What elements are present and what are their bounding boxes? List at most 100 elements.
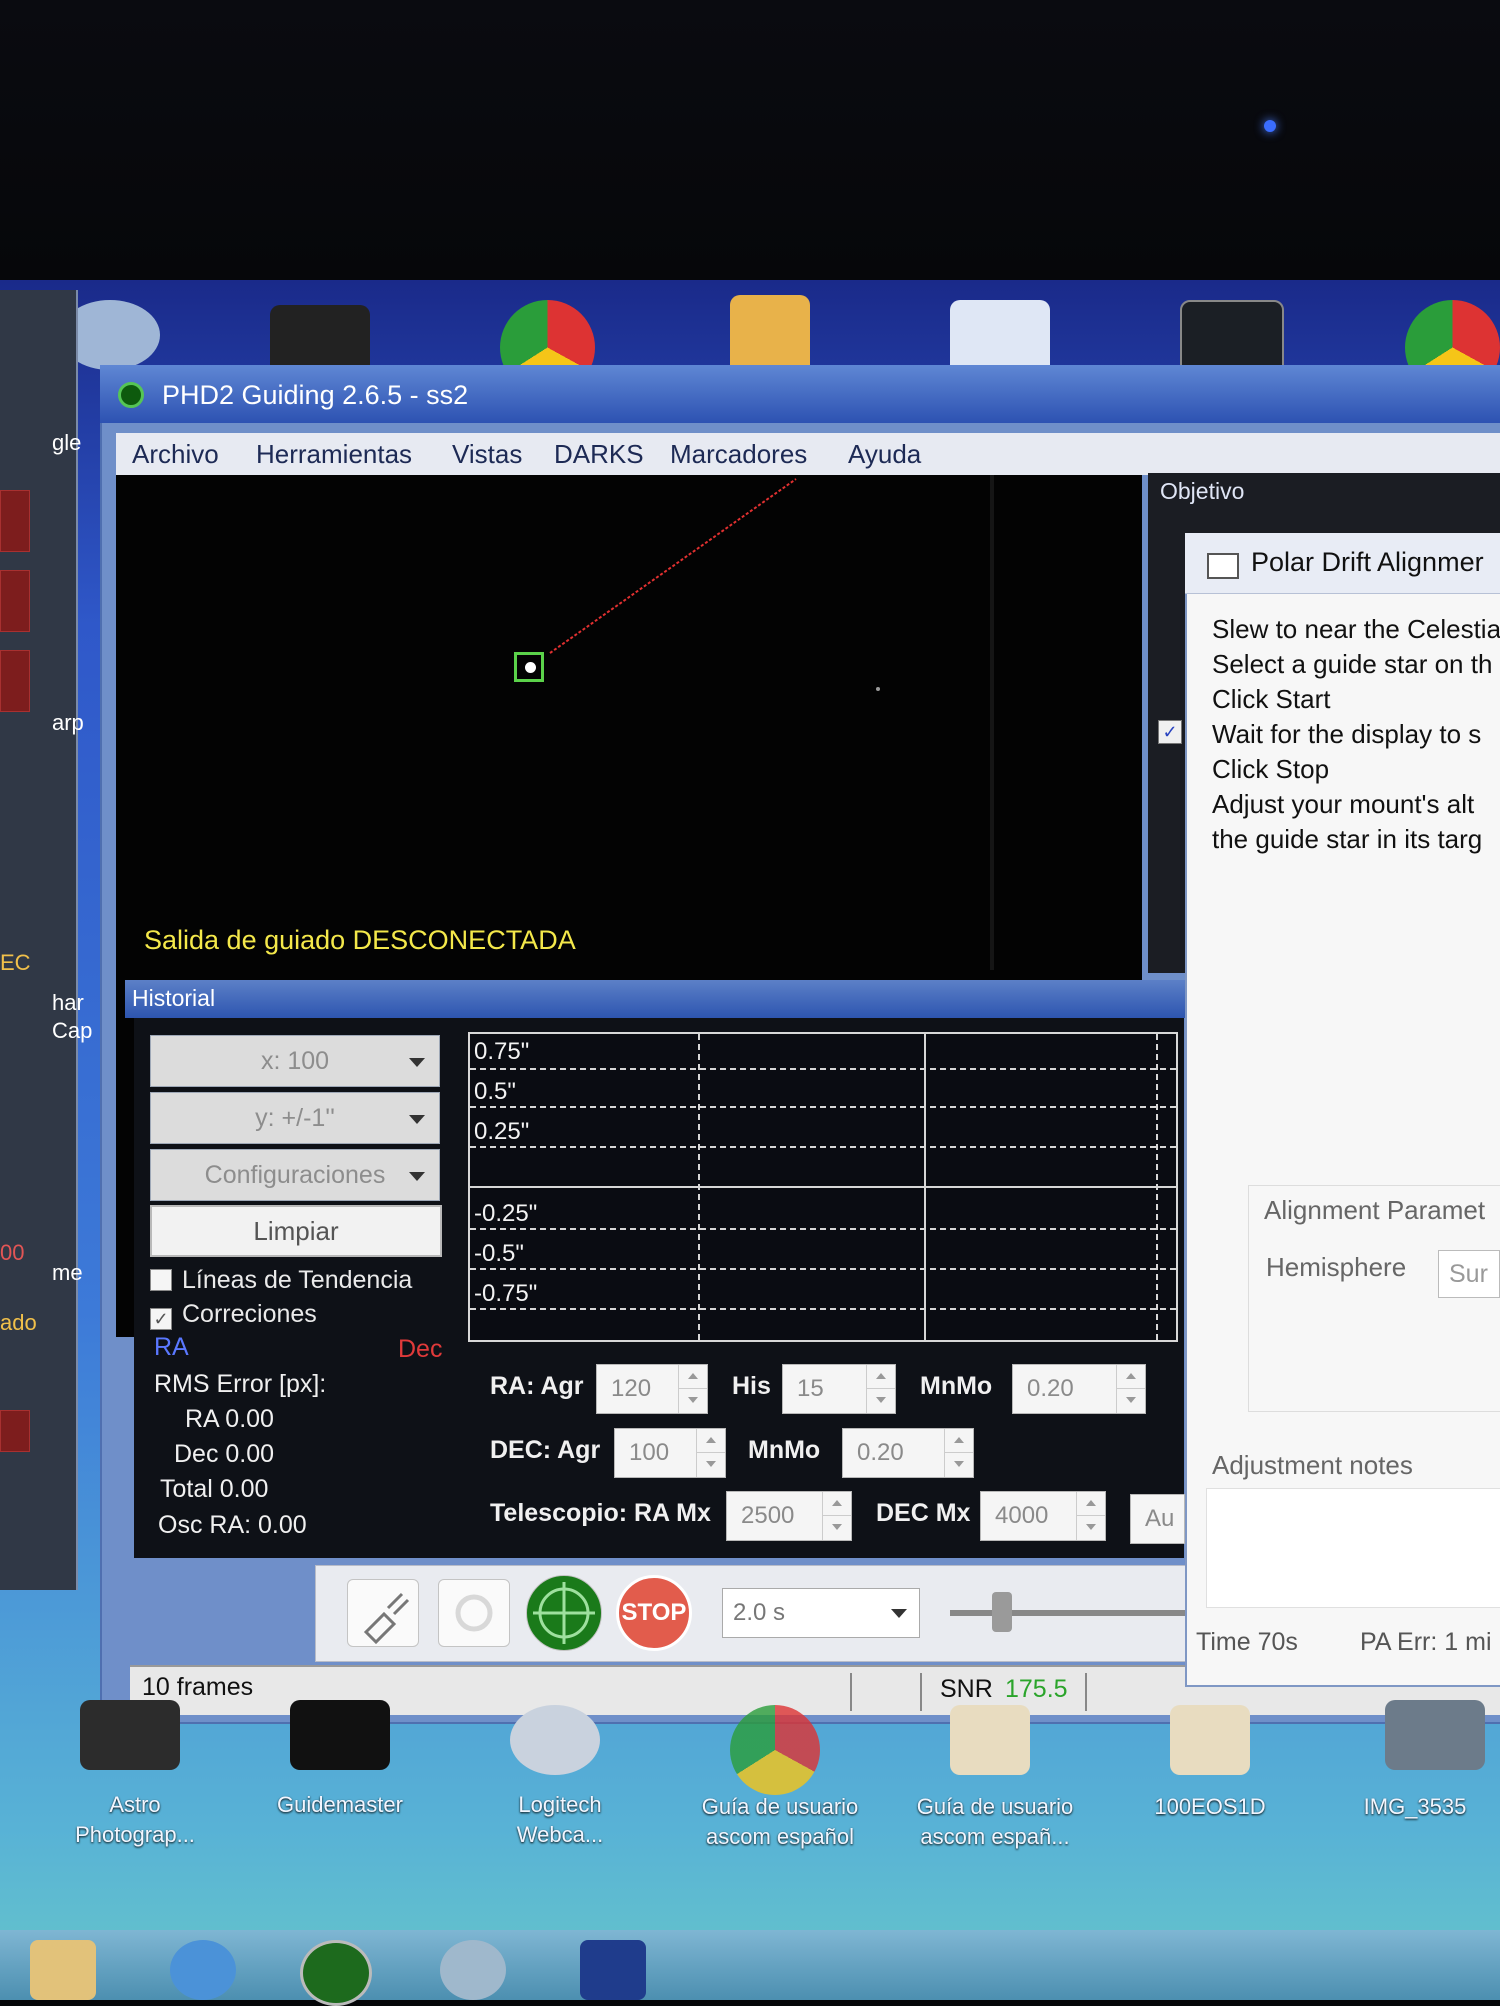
clear-button[interactable]: Limpiar xyxy=(150,1205,442,1257)
graph-label: 0.75" xyxy=(474,1038,530,1065)
mnmo-dec-input[interactable]: 0.20 xyxy=(842,1428,974,1478)
y-scale-dropdown[interactable]: y: +/-1'' xyxy=(150,1092,440,1144)
spin-down-icon[interactable] xyxy=(822,1515,851,1540)
y-scale-value: y: +/-1'' xyxy=(255,1104,335,1132)
monitor-bezel xyxy=(0,0,1500,280)
taskbar-folder-icon[interactable] xyxy=(30,1940,96,2000)
mnmo-ra-value: 0.20 xyxy=(1027,1375,1074,1402)
trend-lines-row[interactable]: Líneas de Tendencia xyxy=(150,1266,412,1295)
ra-agr-input[interactable]: 120 xyxy=(596,1364,708,1414)
corrections-checkbox[interactable]: ✓ xyxy=(150,1308,172,1330)
x-scale-dropdown[interactable]: x: 100 xyxy=(150,1035,440,1087)
desktop-label-line: Photograp... xyxy=(75,1822,195,1847)
spin-up-icon[interactable] xyxy=(866,1365,895,1389)
snr-value: 175.5 xyxy=(1005,1675,1068,1703)
desktop-label: Guía de usuario ascom español xyxy=(680,1792,880,1852)
spin-up-icon[interactable] xyxy=(944,1429,973,1453)
guidemaster-icon[interactable] xyxy=(290,1700,390,1770)
loop-button[interactable] xyxy=(438,1579,510,1647)
chrome-doc-icon[interactable] xyxy=(730,1705,820,1795)
spin-down-icon[interactable] xyxy=(1076,1515,1105,1540)
polar-drift-titlebar[interactable]: Polar Drift Alignmer xyxy=(1185,533,1500,594)
chevron-down-icon xyxy=(891,1609,907,1618)
astro-photography-icon[interactable] xyxy=(80,1700,180,1770)
spin-down-icon[interactable] xyxy=(944,1452,973,1477)
gamma-slider-thumb[interactable] xyxy=(992,1592,1012,1632)
history-title: Historial xyxy=(132,985,216,1011)
adjustment-notes-box[interactable] xyxy=(1206,1488,1500,1608)
objective-checkbox[interactable]: ✓ xyxy=(1158,720,1182,744)
grid-vline xyxy=(1156,1034,1158,1340)
usb-connect-button[interactable] xyxy=(347,1579,419,1647)
dec-agr-input[interactable]: 100 xyxy=(614,1428,726,1478)
spin-down-icon[interactable] xyxy=(696,1452,725,1477)
instruction-line: Select a guide star on th xyxy=(1212,649,1493,679)
ra-agr-label: RA: Agr xyxy=(490,1372,584,1400)
gamma-slider-track[interactable] xyxy=(950,1610,1190,1616)
guide-button[interactable] xyxy=(526,1575,602,1651)
menu-ayuda[interactable]: Ayuda xyxy=(848,439,921,470)
desktop-label: Logitech Webca... xyxy=(465,1790,655,1850)
spin-up-icon[interactable] xyxy=(678,1365,707,1389)
zero-line xyxy=(470,1186,1176,1188)
taskbar-ie-icon[interactable] xyxy=(170,1940,236,2000)
desktop-label: Guidemaster xyxy=(245,1790,435,1820)
dec-mx-input[interactable]: 4000 xyxy=(980,1491,1106,1541)
taskbar-phd-icon[interactable] xyxy=(300,1940,372,2006)
taskbar-media-icon[interactable] xyxy=(440,1940,506,2000)
word-doc-icon[interactable] xyxy=(950,300,1050,375)
spin-down-icon[interactable] xyxy=(1116,1388,1145,1413)
auto-button[interactable]: Au xyxy=(1130,1494,1185,1544)
fragment-text: Cap xyxy=(52,1018,93,1043)
red-cell xyxy=(0,570,30,632)
menu-marcadores[interactable]: Marcadores xyxy=(670,439,807,470)
corrections-row[interactable]: ✓ Correciones xyxy=(150,1300,317,1330)
history-graph[interactable]: 0.75" 0.5" 0.25" -0.25" -0.5" -0.75" xyxy=(468,1032,1178,1342)
phd2-logo-icon xyxy=(118,382,144,408)
grid-line xyxy=(470,1106,1176,1108)
menu-darks[interactable]: DARKS xyxy=(554,439,644,470)
telescope-ra-mx-label: Telescopio: RA Mx xyxy=(490,1499,711,1527)
exposure-dropdown[interactable]: 2.0 s xyxy=(722,1588,920,1638)
grid-line xyxy=(470,1068,1176,1070)
menu-bar: Archivo Herramientas Vistas DARKS Marcad… xyxy=(116,433,1500,475)
webcam-icon[interactable] xyxy=(510,1705,600,1775)
his-input[interactable]: 15 xyxy=(782,1364,896,1414)
trend-lines-label: Líneas de Tendencia xyxy=(182,1266,413,1294)
menu-archivo[interactable]: Archivo xyxy=(132,439,219,470)
chevron-down-icon xyxy=(409,1115,425,1124)
desktop-label-line: IMG_3535 xyxy=(1363,1794,1467,1819)
spin-up-icon[interactable] xyxy=(696,1429,725,1453)
hemisphere-select[interactable]: Sur xyxy=(1438,1250,1500,1298)
pa-error-readout: PA Err: 1 mi xyxy=(1360,1628,1492,1656)
chevron-down-icon xyxy=(409,1172,425,1181)
ra-mx-input[interactable]: 2500 xyxy=(726,1491,852,1541)
background-window: gle arp EC har Cap 00 me ado xyxy=(0,290,92,1590)
stop-button[interactable]: STOP xyxy=(616,1575,692,1651)
instruction-line: Wait for the display to s xyxy=(1212,719,1482,749)
spin-up-icon[interactable] xyxy=(1116,1365,1145,1389)
graph-label: -0.75" xyxy=(474,1280,538,1307)
title-bar[interactable]: PHD2 Guiding 2.6.5 - ss2 xyxy=(100,365,1500,423)
folder-doc-icon[interactable] xyxy=(950,1705,1030,1775)
exposure-value: 2.0 s xyxy=(733,1599,786,1626)
image-file-icon[interactable] xyxy=(1385,1700,1485,1770)
desktop-label-line: Astro xyxy=(109,1792,161,1817)
menu-vistas[interactable]: Vistas xyxy=(452,439,522,470)
ra-legend: RA xyxy=(154,1333,189,1361)
taskbar-app-icon[interactable] xyxy=(580,1940,646,2000)
settings-dropdown[interactable]: Configuraciones xyxy=(150,1149,440,1201)
spin-up-icon[interactable] xyxy=(822,1492,851,1516)
spin-down-icon[interactable] xyxy=(678,1388,707,1413)
auto-label: Au xyxy=(1145,1505,1175,1532)
instruction-line: Adjust your mount's alt xyxy=(1212,789,1475,819)
desktop-label: Guía de usuario ascom españ... xyxy=(895,1792,1095,1852)
history-titlebar xyxy=(125,980,1185,1018)
spin-down-icon[interactable] xyxy=(866,1388,895,1413)
menu-herramientas[interactable]: Herramientas xyxy=(256,439,412,470)
guide-star xyxy=(525,662,536,673)
folder-icon[interactable] xyxy=(1170,1705,1250,1775)
mnmo-ra-input[interactable]: 0.20 xyxy=(1012,1364,1146,1414)
trend-lines-checkbox[interactable] xyxy=(150,1269,172,1291)
spin-up-icon[interactable] xyxy=(1076,1492,1105,1516)
